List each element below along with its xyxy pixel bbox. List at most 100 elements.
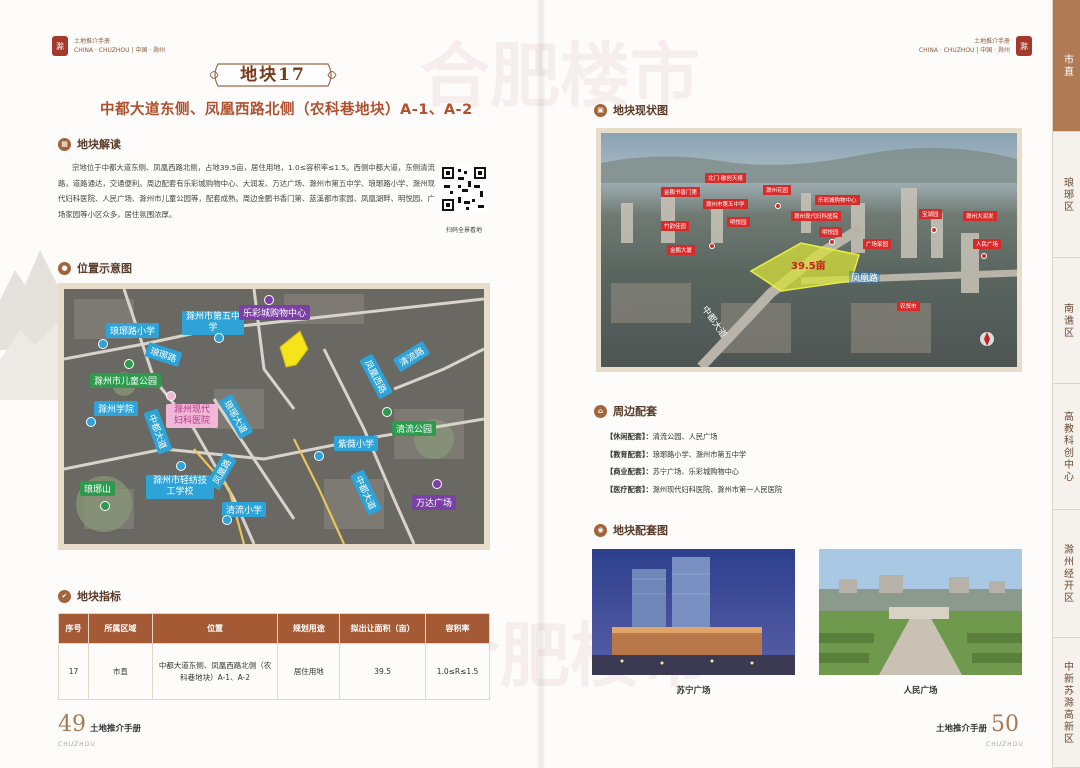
- book-spine: [536, 0, 546, 768]
- header-title: 土地推介手册: [74, 38, 111, 45]
- page-number-left: 49 土地推介手册: [58, 712, 141, 737]
- footer-title: 土地推介手册: [936, 724, 988, 734]
- tab-label: 高教科创中心: [1061, 410, 1073, 483]
- table-cell: 17: [58, 643, 89, 700]
- page-title: 中都大道东侧、凤凰西路北侧（农科巷地块）A-1、A-2: [100, 102, 473, 118]
- area-label: 39.5亩: [791, 261, 826, 272]
- amenity-row: 【商业配套】：苏宁广场、乐彩城购物中心: [606, 467, 739, 477]
- amenity-value: 滁州现代妇科医院、滁州市第一人民医院: [652, 485, 783, 494]
- photo-tag: 金鹏大厦: [667, 245, 696, 255]
- map-label-fifth-middle: 滁州市第五中学: [182, 311, 244, 335]
- seal-icon: 滁: [52, 36, 68, 56]
- aerial-photo[interactable]: 39.5亩 凤凰路 中都大道 北门·融创天禧 金鹏书香门第 滁州市第五中学 滁州…: [601, 133, 1017, 367]
- amenity-label: 【休闲配套】：: [606, 432, 653, 441]
- photo-caption: 人民广场: [903, 686, 938, 696]
- table-header: 拟出让面积（亩）: [339, 613, 427, 644]
- photo-tag: 人民广场: [973, 239, 1002, 249]
- mountain-decoration: [0, 250, 60, 400]
- map-pin-icon: [981, 253, 987, 259]
- amenity-row: 【教育配套】：琅琊路小学、滁州市第五中学: [606, 450, 746, 460]
- aerial-photo-frame: 39.5亩 凤凰路 中都大道 北门·融创天禧 金鹏书香门第 滁州市第五中学 滁州…: [596, 128, 1022, 372]
- right-header: 土地推介手册 CHINA · CHUZHOU | 中国 · 滁州 滁: [919, 36, 1032, 56]
- left-header: 滁 土地推介手册 CHINA · CHUZHOU | 中国 · 滁州: [52, 36, 165, 56]
- suning-photo[interactable]: [592, 549, 795, 675]
- map-label-qingliu-park: 清流公园: [392, 421, 437, 436]
- tab-nanqiao[interactable]: 南谯区: [1053, 258, 1080, 384]
- photo-tag: 明悦园: [819, 227, 842, 237]
- tab-shizhi[interactable]: 市直: [1053, 0, 1080, 132]
- table-cell: 39.5: [339, 643, 427, 700]
- table-cell: 居住用地: [277, 643, 341, 700]
- map-pin-icon: [931, 227, 937, 233]
- photo-tag: 滁州花园: [763, 185, 792, 195]
- tab-gaojiao[interactable]: 高教科创中心: [1053, 384, 1080, 510]
- tab-langya[interactable]: 琅琊区: [1053, 132, 1080, 258]
- header-subtitle: CHINA · CHUZHOU | 中国 · 滁州: [918, 47, 1010, 54]
- photo-tag: 宝湖园: [919, 209, 942, 219]
- map-label-lecai: 乐彩城购物中心: [239, 305, 311, 320]
- section-title: 周边配套: [613, 405, 657, 418]
- table-header: 位置: [151, 613, 279, 644]
- table-header: 所属区域: [87, 613, 153, 644]
- school-pin-icon: [98, 339, 108, 349]
- tab-label: 南谯区: [1061, 302, 1073, 339]
- indicator-table: 序号 所属区域 位置 规划用途 拟出让面积（亩） 容积率 17 市直 中都大道东…: [58, 613, 490, 700]
- map-pin-icon: [775, 203, 781, 209]
- tab-label: 琅琊区: [1061, 176, 1073, 213]
- section-status: ▣ 地块现状图: [594, 102, 668, 118]
- peoples-square-photo[interactable]: [819, 549, 1022, 675]
- page-number-right: 土地推介手册 50: [936, 712, 1019, 737]
- park-pin-icon: [100, 501, 110, 511]
- photo-tag: 明悦园: [727, 217, 750, 227]
- photo-tag: 竹韵佳园: [661, 221, 690, 231]
- section-title: 地块配套图: [613, 524, 668, 537]
- amenity-label: 【医疗配套】：: [606, 485, 653, 494]
- section-interpretation: ▦ 地块解读: [58, 136, 121, 152]
- amenity-value: 琅琊路小学、滁州市第五中学: [652, 450, 747, 459]
- description-text: 宗地位于中都大道东侧、凤凰西路北侧，占地39.5亩，居住用地，1.0≤容积率≤1…: [58, 163, 435, 219]
- district-tabs: 市直 琅琊区 南谯区 高教科创中心 滁州经开区 中新苏滁高新区: [1052, 0, 1080, 768]
- amenity-row: 【医疗配套】：滁州现代妇科医院、滁州市第一人民医院: [606, 485, 782, 495]
- photo-caption: 苏宁广场: [676, 686, 711, 696]
- location-map[interactable]: 琅琊路小学 滁州市第五中学 乐彩城购物中心 琅琊路 清流路 滁州市儿童公园 凤凰…: [64, 289, 484, 544]
- mall-pin-icon: [432, 479, 442, 489]
- mall-pin-icon: [264, 295, 274, 305]
- map-pin-icon: [709, 243, 715, 249]
- photo-tag: 农贸市: [897, 301, 920, 311]
- hospital-pin-icon: [166, 391, 176, 401]
- school-pin-icon: [222, 515, 232, 525]
- tab-label: 滁州经开区: [1061, 543, 1073, 604]
- section-indicators: ✔ 地块指标: [58, 588, 121, 604]
- location-map-frame: 琅琊路小学 滁州市第五中学 乐彩城购物中心 琅琊路 清流路 滁州市儿童公园 凤凰…: [58, 283, 490, 550]
- section-amenities: ⌂ 周边配套: [594, 403, 657, 419]
- peoples-square-scene: [819, 549, 1022, 675]
- footer-sub: CHUZHOU: [58, 741, 96, 748]
- tab-label: 中新苏滁高新区: [1061, 660, 1073, 745]
- tab-jingkai[interactable]: 滁州经开区: [1053, 510, 1080, 638]
- section-location: ● 位置示意图: [58, 260, 132, 276]
- section-amenity-photos: ◉ 地块配套图: [594, 522, 668, 538]
- grid-icon: ▦: [58, 137, 71, 151]
- plot-banner-text: 地块17: [240, 65, 306, 85]
- header-title: 土地推介手册: [973, 38, 1010, 45]
- qr-code-icon[interactable]: [440, 165, 488, 217]
- map-label-langya-mountain: 琅琊山: [80, 481, 116, 496]
- tab-label: 市直: [1061, 53, 1073, 78]
- amenity-value: 清流公园、人民广场: [652, 432, 718, 441]
- map-label-modern-hospital: 滁州现代妇科医院: [166, 404, 218, 428]
- photo-tag: 广场家园: [863, 239, 892, 249]
- school-pin-icon: [314, 451, 324, 461]
- road-label-east: 凤凰路: [849, 271, 881, 284]
- table-cell: 市直: [87, 643, 153, 700]
- photo-tag: 北门·融创天禧: [705, 173, 746, 183]
- table-cell: 1.0≤R≤1.5: [425, 643, 490, 700]
- photo-tag: 滁州大润发: [963, 211, 997, 221]
- tab-suchu[interactable]: 中新苏滁高新区: [1053, 638, 1080, 768]
- table-row: 17 市直 中都大道东侧、凤凰西路北侧（农科巷地块）A-1、A-2 居住用地 3…: [58, 643, 490, 700]
- map-label-ziwei-school: 紫薇小学: [334, 436, 379, 451]
- amenity-label: 【教育配套】：: [606, 450, 653, 459]
- plot-banner: 地块17: [208, 60, 338, 90]
- footer-title: 土地推介手册: [90, 724, 142, 734]
- park-pin-icon: [124, 359, 134, 369]
- qr-caption: 扫码全景看地: [445, 227, 482, 234]
